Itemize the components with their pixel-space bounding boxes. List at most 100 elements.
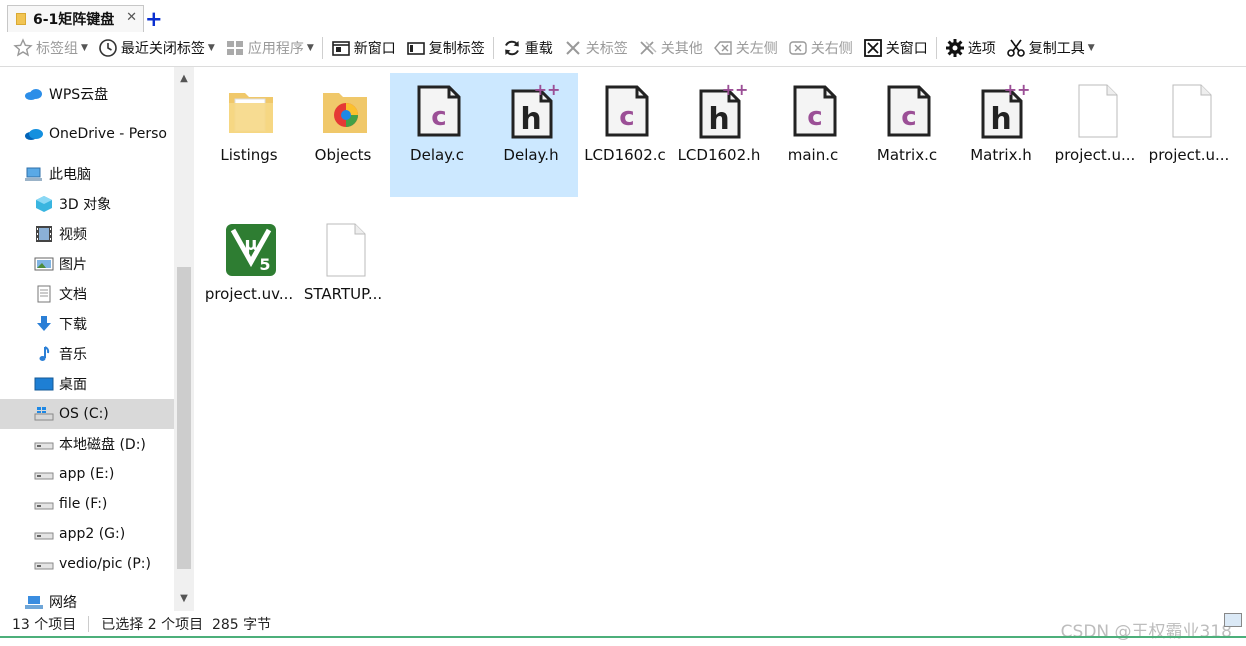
chevron-down-icon: ▼: [207, 43, 215, 53]
file-item[interactable]: h ++ Matrix.h: [954, 73, 1048, 197]
close-left-label: 关左侧: [735, 41, 778, 57]
nav-scrollbar[interactable]: ▲ ▼: [174, 67, 194, 611]
nav-item-6[interactable]: 文档: [0, 279, 174, 309]
file-item[interactable]: STARTUP...: [296, 212, 390, 336]
folder-icon: [225, 83, 277, 139]
nav-item-7[interactable]: 下载: [0, 309, 174, 339]
nav-item-13[interactable]: file (F:): [0, 489, 174, 519]
reload-label: 重载: [524, 41, 553, 57]
nav-item-label: 3D 对象: [59, 197, 112, 213]
svg-text:h: h: [990, 102, 1011, 137]
nav-item-11[interactable]: 本地磁盘 (D:): [0, 429, 174, 459]
tab-6-1[interactable]: 6-1矩阵键盘 ✕: [7, 5, 144, 32]
file-item[interactable]: c Matrix.c: [860, 73, 954, 197]
file-item[interactable]: project.u...: [1142, 73, 1236, 197]
close-right-button[interactable]: 关右侧: [783, 35, 858, 61]
file-icon: [1071, 83, 1123, 139]
nav-item-label: file (F:): [59, 496, 108, 512]
nav-item-1[interactable]: OneDrive - Perso: [0, 119, 174, 149]
close-others-button[interactable]: 关其他: [633, 35, 708, 61]
nav-item-8[interactable]: 音乐: [0, 339, 174, 369]
nav-item-4[interactable]: 视频: [0, 219, 174, 249]
file-item[interactable]: c main.c: [766, 73, 860, 197]
nav-item-label: 本地磁盘 (D:): [59, 437, 146, 453]
network-icon: [24, 593, 44, 611]
svg-text:++: ++: [722, 83, 747, 99]
status-bar: 13 个项目 已选择 2 个项目 285 字节: [0, 611, 1246, 636]
nav-item-0[interactable]: WPS云盘: [0, 79, 174, 109]
file-item[interactable]: c LCD1602.c: [578, 73, 672, 197]
status-separator: [88, 615, 90, 632]
nav-item-label: 文档: [59, 287, 87, 303]
close-window-button[interactable]: 关窗口: [858, 35, 933, 61]
add-tab-button[interactable]: +: [145, 9, 163, 30]
chevron-down-icon: ▼: [306, 43, 314, 53]
nav-item-label: 下载: [59, 317, 87, 333]
svg-text:++: ++: [1004, 83, 1029, 99]
toolbar-separator: [321, 37, 323, 59]
file-list: Listings Objects c Delay.c h ++ Delay.h c LCD160…: [194, 67, 1246, 611]
file-item[interactable]: project.u...: [1048, 73, 1142, 197]
close-right-icon: [789, 41, 807, 55]
close-tab-label: 关标签: [585, 41, 628, 57]
file-name: Matrix.c: [876, 146, 938, 164]
file-item[interactable]: Listings: [202, 73, 296, 197]
h-file-icon: h ++: [507, 80, 560, 139]
nav-item-label: 音乐: [59, 347, 87, 363]
nav-item-2[interactable]: 此电脑: [0, 159, 174, 189]
nav-item-label: app2 (G:): [59, 526, 126, 542]
reload-button[interactable]: 重载: [497, 35, 558, 61]
3d-objects-icon: [34, 195, 54, 213]
close-icon[interactable]: ✕: [126, 10, 137, 25]
svg-text:h: h: [520, 102, 541, 137]
file-item[interactable]: Objects: [296, 73, 390, 197]
options-button[interactable]: 选项: [940, 35, 1001, 61]
copy-tools-button[interactable]: 复制工具 ▼: [1001, 35, 1100, 61]
drive-icon: [34, 525, 54, 543]
nav-item-3[interactable]: 3D 对象: [0, 189, 174, 219]
scissors-icon: [1006, 39, 1025, 57]
nav-item-label: app (E:): [59, 466, 115, 482]
scrollbar-thumb[interactable]: [177, 267, 191, 569]
nav-item-9[interactable]: 桌面: [0, 369, 174, 399]
bookmarks-button[interactable]: 标签组 ▼: [8, 35, 93, 61]
close-right-label: 关右侧: [810, 41, 853, 57]
nav-item-16[interactable]: 网络: [0, 587, 174, 611]
file-name: Listings: [220, 146, 278, 164]
svg-text:c: c: [807, 102, 822, 132]
large-icons-view-icon[interactable]: [1224, 613, 1242, 627]
nav-item-label: OS (C:): [59, 406, 109, 422]
chevron-down-icon[interactable]: ▼: [174, 589, 194, 609]
file-name: Delay.c: [410, 146, 464, 164]
gear-icon: [945, 39, 964, 57]
drive-icon: [34, 465, 54, 483]
h-file-icon: h ++: [695, 80, 748, 139]
nav-item-5[interactable]: 图片: [0, 249, 174, 279]
close-left-icon: [713, 41, 732, 55]
music-icon: [34, 345, 54, 363]
new-window-button[interactable]: 新窗口: [326, 35, 401, 61]
nav-item-14[interactable]: app2 (G:): [0, 519, 174, 549]
svg-text:μ: μ: [244, 234, 257, 255]
nav-item-10[interactable]: OS (C:): [0, 399, 174, 429]
copy-tab-button[interactable]: 复制标签: [401, 35, 490, 61]
file-item[interactable]: c Delay.c: [390, 73, 484, 197]
file-name: LCD1602.h: [677, 146, 761, 164]
svg-text:c: c: [431, 102, 446, 132]
file-item[interactable]: h ++ Delay.h: [484, 73, 578, 197]
apps-button[interactable]: 应用程序 ▼: [220, 35, 319, 61]
file-item[interactable]: h ++ LCD1602.h: [672, 73, 766, 197]
close-left-button[interactable]: 关左侧: [708, 35, 783, 61]
file-item[interactable]: μ 5 project.uv...: [202, 212, 296, 336]
drive-icon: [34, 495, 54, 513]
nav-item-15[interactable]: vedio/pic (P:): [0, 549, 174, 579]
nav-item-12[interactable]: app (E:): [0, 459, 174, 489]
chevron-up-icon[interactable]: ▲: [174, 69, 194, 89]
recent-closed-button[interactable]: 最近关闭标签 ▼: [93, 35, 220, 61]
windows-icon: [226, 41, 243, 55]
file-name: Matrix.h: [970, 146, 1032, 164]
new-window-label: 新窗口: [353, 41, 396, 57]
nav-item-label: WPS云盘: [49, 87, 109, 103]
close-others-icon: [640, 41, 657, 55]
close-tab-button[interactable]: 关标签: [558, 35, 633, 61]
